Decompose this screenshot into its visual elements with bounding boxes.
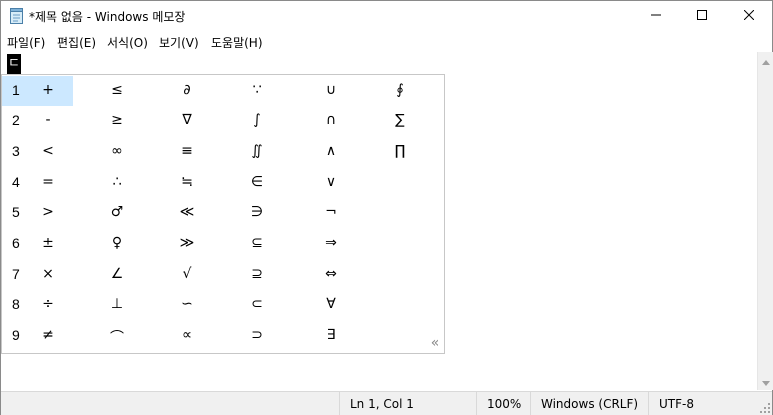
candidate-symbol[interactable]: ∞ xyxy=(107,143,127,159)
menu-file[interactable]: 파일(F) xyxy=(7,34,45,51)
candidate-row[interactable]: 5 > ♂ ≪ ∋ ¬ xyxy=(2,197,444,227)
candidate-number: 3 xyxy=(12,143,20,159)
menu-format[interactable]: 서식(O) xyxy=(107,34,148,51)
candidate-symbol[interactable]: - xyxy=(38,112,58,128)
candidate-symbol[interactable]: ≒ xyxy=(177,174,197,190)
close-button[interactable] xyxy=(726,1,772,31)
candidate-symbol[interactable]: ≡ xyxy=(177,143,197,159)
title-bar[interactable]: *제목 없음 - Windows 메모장 xyxy=(1,1,772,31)
candidate-symbol[interactable]: ♀ xyxy=(107,235,127,251)
candidate-row[interactable]: 2 - ≥ ∇ ∫ ∩ ∑ xyxy=(2,105,444,135)
candidate-symbol[interactable]: ∇ xyxy=(177,112,197,128)
candidate-symbol[interactable]: ∫ xyxy=(247,112,267,128)
candidate-symbol[interactable]: ¬ xyxy=(321,204,341,220)
menu-bar: 파일(F) 편집(E) 서식(O) 보기(V) 도움말(H) xyxy=(1,32,772,52)
menu-view[interactable]: 보기(V) xyxy=(159,34,199,51)
menu-edit[interactable]: 편집(E) xyxy=(57,34,96,51)
candidate-symbol[interactable]: ⊆ xyxy=(247,235,267,251)
scroll-up-icon[interactable] xyxy=(762,56,770,65)
candidate-symbol[interactable]: ♂ xyxy=(107,204,127,220)
candidate-number: 2 xyxy=(12,112,20,128)
candidate-symbol[interactable]: ∑ xyxy=(390,112,410,128)
candidate-row[interactable]: 4 = ∴ ≒ ∈ ∨ xyxy=(2,167,444,197)
candidate-row[interactable]: 6 ± ♀ ≫ ⊆ ⇒ xyxy=(2,228,444,258)
candidate-symbol[interactable]: = xyxy=(38,174,58,190)
candidate-symbol[interactable]: ≠ xyxy=(38,327,58,343)
candidate-symbol[interactable]: ⊥ xyxy=(107,296,127,312)
candidate-symbol[interactable]: > xyxy=(38,204,58,220)
candidate-symbol[interactable]: ⊃ xyxy=(247,327,267,343)
candidate-symbol[interactable]: ≥ xyxy=(107,112,127,128)
candidate-number: 7 xyxy=(12,266,20,282)
candidate-number: 9 xyxy=(12,327,20,343)
candidate-symbol[interactable]: < xyxy=(38,143,58,159)
candidate-symbol[interactable]: ≤ xyxy=(107,82,127,98)
candidate-symbol[interactable]: ∂ xyxy=(177,82,197,98)
maximize-icon xyxy=(697,9,707,23)
candidate-symbol[interactable]: ∝ xyxy=(177,327,197,343)
candidate-number: 5 xyxy=(12,204,20,220)
expand-candidates-button[interactable]: « xyxy=(427,335,443,351)
menu-help[interactable]: 도움말(H) xyxy=(211,34,263,51)
candidate-number: 4 xyxy=(12,174,20,190)
candidate-symbol[interactable]: ∏ xyxy=(390,143,410,159)
candidate-symbol[interactable]: ∈ xyxy=(247,174,267,190)
candidate-symbol[interactable]: ∽ xyxy=(177,296,197,312)
candidate-symbol[interactable]: ⇔ xyxy=(321,266,341,282)
maximize-button[interactable] xyxy=(679,1,725,31)
candidate-symbol[interactable]: × xyxy=(38,266,58,282)
candidate-number: 1 xyxy=(12,82,20,98)
candidate-symbol[interactable]: ≫ xyxy=(177,235,197,251)
candidate-symbol[interactable]: ∧ xyxy=(321,143,341,159)
close-icon xyxy=(743,9,755,23)
scroll-down-icon[interactable] xyxy=(762,376,770,386)
candidate-symbol[interactable]: ∴ xyxy=(107,174,127,190)
candidate-symbol[interactable]: ∃ xyxy=(321,327,341,343)
candidate-symbol[interactable]: ± xyxy=(38,235,58,251)
candidate-row[interactable]: 9 ≠ ⌒ ∝ ⊃ ∃ xyxy=(2,320,444,350)
notepad-window: *제목 없음 - Windows 메모장 파일(F) 편집(E) 서식(O) 보… xyxy=(0,0,773,415)
ime-composing-character: ㄷ xyxy=(7,54,21,74)
candidate-symbol[interactable]: ⌒ xyxy=(107,327,127,347)
candidate-symbol[interactable]: ≪ xyxy=(177,204,197,220)
candidate-row[interactable]: 3 < ∞ ≡ ∬ ∧ ∏ xyxy=(2,136,444,166)
minimize-icon xyxy=(651,9,661,23)
candidate-symbol[interactable]: ∀ xyxy=(321,296,341,312)
candidate-symbol[interactable]: ∮ xyxy=(390,82,410,98)
candidate-row[interactable]: 7 × ∠ √ ⊇ ⇔ xyxy=(2,259,444,289)
candidate-symbol[interactable]: ÷ xyxy=(38,296,58,312)
status-position: Ln 1, Col 1 xyxy=(339,392,476,415)
candidate-symbol[interactable]: ∪ xyxy=(321,82,341,98)
candidate-row[interactable]: 1 + ≤ ∂ ∵ ∪ ∮ xyxy=(2,75,444,106)
status-line-ending: Windows (CRLF) xyxy=(530,392,648,415)
window-title: *제목 없음 - Windows 메모장 xyxy=(29,10,186,24)
status-encoding: UTF-8 xyxy=(648,392,758,415)
status-bar: Ln 1, Col 1 100% Windows (CRLF) UTF-8 xyxy=(1,391,772,415)
candidate-symbol[interactable]: + xyxy=(38,82,58,98)
candidate-row[interactable]: 8 ÷ ⊥ ∽ ⊂ ∀ xyxy=(2,289,444,319)
candidate-symbol[interactable]: ∨ xyxy=(321,174,341,190)
candidate-symbol[interactable]: ∩ xyxy=(321,112,341,128)
candidate-number: 8 xyxy=(12,296,20,312)
candidate-symbol[interactable]: ∠ xyxy=(107,266,127,282)
candidate-symbol[interactable]: ⊂ xyxy=(247,296,267,312)
candidate-symbol[interactable]: √ xyxy=(177,266,197,282)
ime-candidate-window: 1 + ≤ ∂ ∵ ∪ ∮ 2 - ≥ ∇ ∫ ∩ ∑ 3 < ∞ ≡ ∬ ∧ … xyxy=(1,74,445,354)
candidate-symbol[interactable]: ⇒ xyxy=(321,235,341,251)
minimize-button[interactable] xyxy=(633,1,679,31)
notepad-icon xyxy=(10,8,24,24)
status-zoom: 100% xyxy=(476,392,530,415)
resize-grip-icon[interactable] xyxy=(759,402,771,414)
candidate-number: 6 xyxy=(12,235,20,251)
candidate-symbol[interactable]: ∬ xyxy=(247,143,267,159)
candidate-symbol[interactable]: ⊇ xyxy=(247,266,267,282)
candidate-symbol[interactable]: ∵ xyxy=(247,82,267,98)
candidate-symbol[interactable]: ∋ xyxy=(247,204,267,220)
vertical-scrollbar[interactable] xyxy=(757,52,773,390)
